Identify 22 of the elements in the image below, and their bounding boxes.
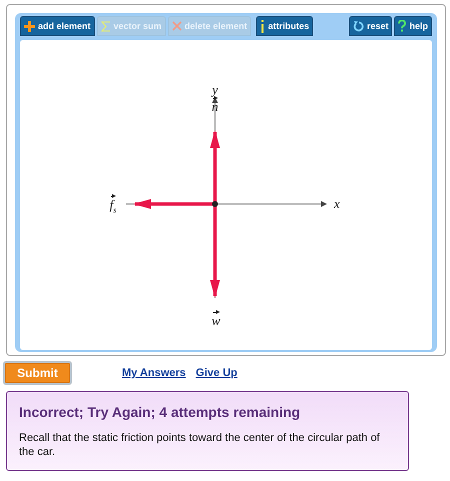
toolbar-button[interactable]: reset [348, 16, 392, 36]
toolbar-button[interactable]: attributes [256, 16, 314, 36]
link[interactable]: Give Up [196, 367, 238, 379]
feedback-message: Recall that the static friction points toward the center of the circular path of the car. [19, 431, 381, 459]
reset-icon [352, 20, 364, 32]
plus-icon [24, 20, 35, 32]
toolbar-button[interactable]: help [394, 16, 432, 36]
cross-icon [172, 21, 182, 31]
sigma-icon [100, 20, 111, 32]
force-vector[interactable] [133, 199, 215, 209]
vector-label: w [212, 313, 220, 329]
origin-point [212, 201, 218, 207]
toolbar-button[interactable]: add element [20, 16, 95, 36]
info-icon [260, 20, 266, 32]
feedback-title: Incorrect; Try Again; 4 attempts remaining [19, 404, 302, 420]
force-vector[interactable] [210, 130, 220, 204]
force-vector[interactable] [210, 204, 220, 298]
vector-label: f$_{s}$ [110, 197, 116, 214]
link[interactable]: My Answers [122, 367, 186, 379]
y-axis-label: y [212, 82, 218, 97]
x-axis-label: x [334, 196, 340, 211]
help-icon [398, 20, 406, 32]
